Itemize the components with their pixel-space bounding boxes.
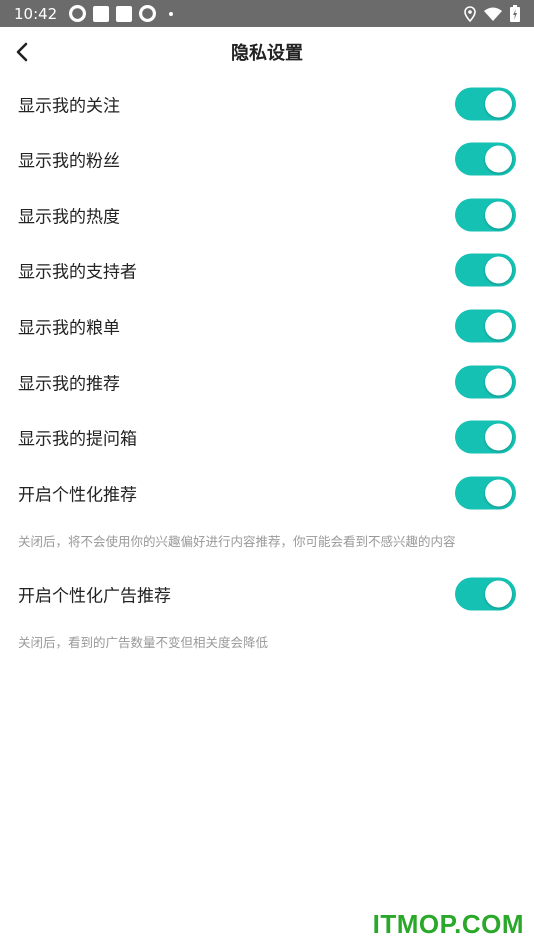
toggle-knob (485, 145, 512, 172)
battery-icon (510, 5, 520, 22)
setting-label: 显示我的关注 (18, 96, 120, 116)
back-arrow-icon[interactable] (12, 40, 34, 64)
app-notification-icon (69, 5, 87, 22)
setting-label: 显示我的推荐 (18, 374, 120, 394)
toggle-switch[interactable] (455, 365, 516, 398)
setting-row-question-box[interactable]: 显示我的提问箱 (0, 409, 534, 464)
setting-label: 显示我的支持者 (18, 262, 137, 282)
setting-label: 显示我的热度 (18, 207, 120, 227)
setting-label: 显示我的提问箱 (18, 429, 137, 449)
toggle-switch[interactable] (455, 309, 516, 342)
setting-label: 开启个性化广告推荐 (18, 586, 171, 606)
setting-label: 显示我的粉丝 (18, 151, 120, 171)
toggle-switch[interactable] (455, 577, 516, 610)
toggle-knob (485, 312, 512, 339)
location-icon (464, 5, 476, 22)
toggle-knob (485, 423, 512, 450)
more-notifications-dot-icon (169, 11, 174, 16)
toggle-knob (485, 90, 512, 117)
setting-row-personalized-ads[interactable]: 开启个性化广告推荐 (0, 566, 534, 621)
system-icons (464, 5, 520, 22)
setting-row-personalized-recommendation[interactable]: 开启个性化推荐 (0, 465, 534, 520)
setting-row-popularity[interactable]: 显示我的热度 (0, 187, 534, 242)
setting-row-supporters[interactable]: 显示我的支持者 (0, 242, 534, 297)
setting-label: 开启个性化推荐 (18, 485, 137, 505)
app-header: 隐私设置 (0, 27, 534, 77)
toggle-switch[interactable] (455, 87, 516, 120)
setting-label: 显示我的粮单 (18, 318, 120, 338)
app-notification-icon (139, 5, 157, 22)
toggle-switch[interactable] (455, 420, 516, 453)
setting-row-recommendations[interactable]: 显示我的推荐 (0, 354, 534, 409)
app-notification-icon (116, 5, 133, 22)
toggle-switch[interactable] (455, 198, 516, 231)
toggle-knob (485, 256, 512, 283)
notification-icons (69, 5, 174, 22)
page-title: 隐私设置 (231, 43, 303, 64)
status-bar: 10:42 (0, 0, 534, 27)
toggle-switch[interactable] (455, 253, 516, 286)
wifi-icon (484, 7, 502, 21)
toggle-switch[interactable] (455, 142, 516, 175)
setting-row-fans[interactable]: 显示我的粉丝 (0, 131, 534, 186)
setting-row-follows[interactable]: 显示我的关注 (0, 76, 534, 131)
app-notification-icon (93, 5, 110, 22)
toggle-knob (485, 368, 512, 395)
setting-row-list[interactable]: 显示我的粮单 (0, 298, 534, 353)
watermark-logo: ITMOP.COM (372, 909, 524, 939)
toggle-knob (485, 201, 512, 228)
status-time: 10:42 (14, 4, 58, 23)
toggle-knob (485, 479, 512, 506)
toggle-knob (485, 580, 512, 607)
setting-description: 关闭后，将不会使用你的兴趣偏好进行内容推荐，你可能会看到不感兴趣的内容 (18, 534, 456, 549)
setting-description: 关闭后，看到的广告数量不变但相关度会降低 (18, 635, 269, 650)
toggle-switch[interactable] (455, 476, 516, 509)
